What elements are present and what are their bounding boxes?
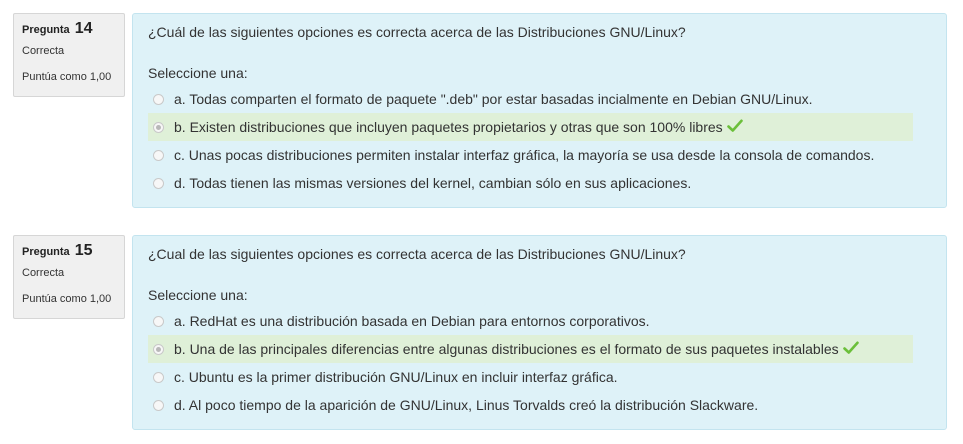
question-number-value: 14: [74, 20, 93, 37]
question-state: Correcta: [22, 267, 65, 279]
answer-list: a. RedHat es una distribución basada en …: [148, 307, 913, 419]
answer-label: d. Al poco tiempo de la aparición de GNU…: [174, 397, 759, 413]
question-number: Pregunta 15: [22, 241, 116, 262]
question-grade: Puntúa como 1,00: [22, 293, 112, 305]
answer-option-a[interactable]: a. Todas comparten el formato de paquete…: [148, 85, 913, 113]
question-grade: Puntúa como 1,00: [22, 71, 112, 83]
radio-button-checked[interactable]: [153, 121, 164, 133]
answer-label: c. Unas pocas distribuciones permiten in…: [174, 147, 875, 163]
answer-option-c[interactable]: c. Unas pocas distribuciones permiten in…: [148, 141, 913, 169]
answer-prompt: Seleccione una:: [148, 287, 248, 303]
radio-button[interactable]: [153, 149, 164, 161]
answer-label: d. Todas tienen las mismas versiones del…: [174, 175, 692, 191]
radio-button[interactable]: [153, 177, 164, 189]
radio-button-checked[interactable]: [153, 343, 164, 355]
answer-list: a. Todas comparten el formato de paquete…: [148, 85, 913, 197]
radio-button[interactable]: [153, 93, 164, 105]
answer-label: a. RedHat es una distribución basada en …: [174, 313, 650, 329]
answer-option-b[interactable]: b. Existen distribuciones que incluyen p…: [148, 113, 913, 141]
answer-label: b. Una de las principales diferencias en…: [174, 341, 839, 357]
checkmark-icon: [842, 341, 859, 358]
question-info: Pregunta 14 Correcta Puntúa como 1,00: [13, 13, 125, 97]
radio-button[interactable]: [153, 315, 164, 327]
question-label: Pregunta: [22, 24, 70, 36]
answer-label: a. Todas comparten el formato de paquete…: [174, 91, 813, 107]
checkmark-icon: [726, 119, 743, 136]
question-number: Pregunta 14: [22, 19, 116, 40]
question-number-value: 15: [74, 242, 93, 259]
answer-label: b. Existen distribuciones que incluyen p…: [174, 119, 723, 135]
question-text: ¿Cuál de las siguientes opciones es corr…: [148, 24, 686, 40]
answer-prompt: Seleccione una:: [148, 65, 248, 81]
answer-option-c[interactable]: c. Ubuntu es la primer distribución GNU/…: [148, 363, 913, 391]
question-content: ¿Cuál de las siguientes opciones es corr…: [132, 13, 947, 208]
answer-option-a[interactable]: a. RedHat es una distribución basada en …: [148, 307, 913, 335]
answer-option-d[interactable]: d. Todas tienen las mismas versiones del…: [148, 169, 913, 197]
question-text: ¿Cual de las siguientes opciones es corr…: [148, 246, 686, 262]
question-label: Pregunta: [22, 246, 70, 258]
question-info: Pregunta 15 Correcta Puntúa como 1,00: [13, 235, 125, 319]
question-content: ¿Cual de las siguientes opciones es corr…: [132, 235, 947, 430]
radio-button[interactable]: [153, 371, 164, 383]
answer-option-b[interactable]: b. Una de las principales diferencias en…: [148, 335, 913, 363]
answer-label: c. Ubuntu es la primer distribución GNU/…: [174, 369, 618, 385]
answer-option-d[interactable]: d. Al poco tiempo de la aparición de GNU…: [148, 391, 913, 419]
radio-button[interactable]: [153, 399, 164, 411]
question-state: Correcta: [22, 45, 65, 57]
